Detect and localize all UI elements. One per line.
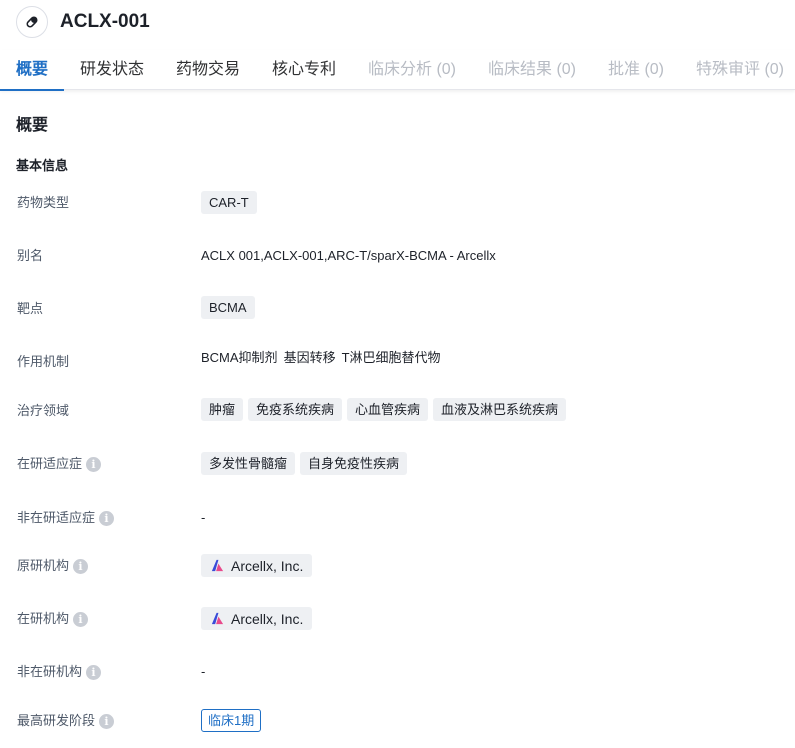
pill-icon[interactable] [16, 6, 48, 38]
tab-clinical-analysis[interactable]: 临床分析 (0) [368, 50, 456, 90]
highest-phase-label: 最高研发阶段 i [17, 713, 115, 729]
therapeutic-area-tag: 肿瘤 [201, 398, 244, 421]
mechanism-item: 基因转移 [283, 350, 336, 365]
tab-bar: 概要 研发状态 药物交易 核心专利 临床分析 (0) 临床结果 (0) 批准 (… [0, 50, 795, 91]
arcellx-logo-icon [211, 559, 224, 572]
tab-core-patents[interactable]: 核心专利 [272, 50, 336, 90]
therapeutic-area-label: 治疗领域 [17, 403, 70, 418]
indication-tag[interactable]: 自身免疫性疾病 [300, 452, 408, 475]
inactive-indication-label: 非在研适应症 i [17, 510, 115, 526]
organization-name: Arcellx, Inc. [231, 610, 304, 627]
mechanism-label: 作用机制 [17, 354, 70, 369]
inactive-org-label: 非在研机构 i [17, 664, 102, 680]
therapeutic-area-tag: 免疫系统疾病 [248, 398, 343, 421]
info-icon[interactable]: i [73, 558, 89, 574]
tab-special-review[interactable]: 特殊审评 (0) [696, 50, 784, 90]
mechanism-item: T淋巴细胞替代物 [341, 350, 441, 365]
alias-value: ACLX 001,ACLX-001,ARC-T/sparX-BCMA - Arc… [201, 248, 496, 263]
info-icon[interactable]: i [73, 611, 89, 627]
drug-header: ACLX-001 [0, 0, 795, 44]
originator-tags: Arcellx, Inc. [201, 554, 313, 577]
target-tags: BCMA [201, 296, 255, 319]
active-org-label: 在研机构 i [17, 611, 89, 627]
alias-label: 别名 [17, 248, 44, 263]
tab-drug-deals[interactable]: 药物交易 [176, 50, 240, 90]
therapeutic-area-tag: 血液及淋巴系统疾病 [433, 398, 567, 421]
indication-tag[interactable]: 多发性骨髓瘤 [201, 452, 296, 475]
inactive-org-value: - [201, 664, 206, 679]
therapeutic-area-tag: 心血管疾病 [347, 398, 429, 421]
target-tag[interactable]: BCMA [201, 296, 255, 319]
tab-clinical-results[interactable]: 临床结果 (0) [488, 50, 576, 90]
originator-label: 原研机构 i [17, 558, 89, 574]
target-label: 靶点 [17, 301, 44, 316]
tab-overview[interactable]: 概要 [0, 50, 65, 91]
drug-type-tags: CAR-T [201, 191, 257, 214]
page-title: ACLX-001 [60, 11, 150, 32]
highest-phase-tags: 临床1期 [201, 709, 262, 732]
organization-tag[interactable]: Arcellx, Inc. [201, 607, 313, 630]
mechanism-values: BCMA抑制剂 基因转移 T淋巴细胞替代物 [201, 350, 447, 366]
organization-tag[interactable]: Arcellx, Inc. [201, 554, 313, 577]
arcellx-logo-icon [211, 612, 224, 625]
tab-rd-status[interactable]: 研发状态 [80, 50, 144, 90]
info-icon[interactable]: i [86, 664, 102, 680]
tab-approvals[interactable]: 批准 (0) [608, 50, 664, 90]
therapeutic-area-tags: 肿瘤 免疫系统疾病 心血管疾病 血液及淋巴系统疾病 [201, 398, 567, 421]
drug-type-label: 药物类型 [17, 195, 70, 210]
info-icon[interactable]: i [86, 456, 102, 472]
mechanism-item: BCMA抑制剂 [201, 350, 278, 365]
inactive-indication-value: - [201, 510, 206, 525]
active-org-tags: Arcellx, Inc. [201, 607, 313, 630]
info-icon[interactable]: i [99, 713, 115, 729]
organization-name: Arcellx, Inc. [231, 557, 304, 574]
drug-type-tag: CAR-T [201, 191, 257, 214]
active-indication-tags: 多发性骨髓瘤 自身免疫性疾病 [201, 452, 408, 475]
phase-badge[interactable]: 临床1期 [201, 709, 262, 732]
basic-info-title: 基本信息 [16, 158, 69, 173]
active-indication-label: 在研适应症 i [17, 456, 102, 472]
info-icon[interactable]: i [99, 510, 115, 526]
section-title: 概要 [16, 117, 49, 134]
